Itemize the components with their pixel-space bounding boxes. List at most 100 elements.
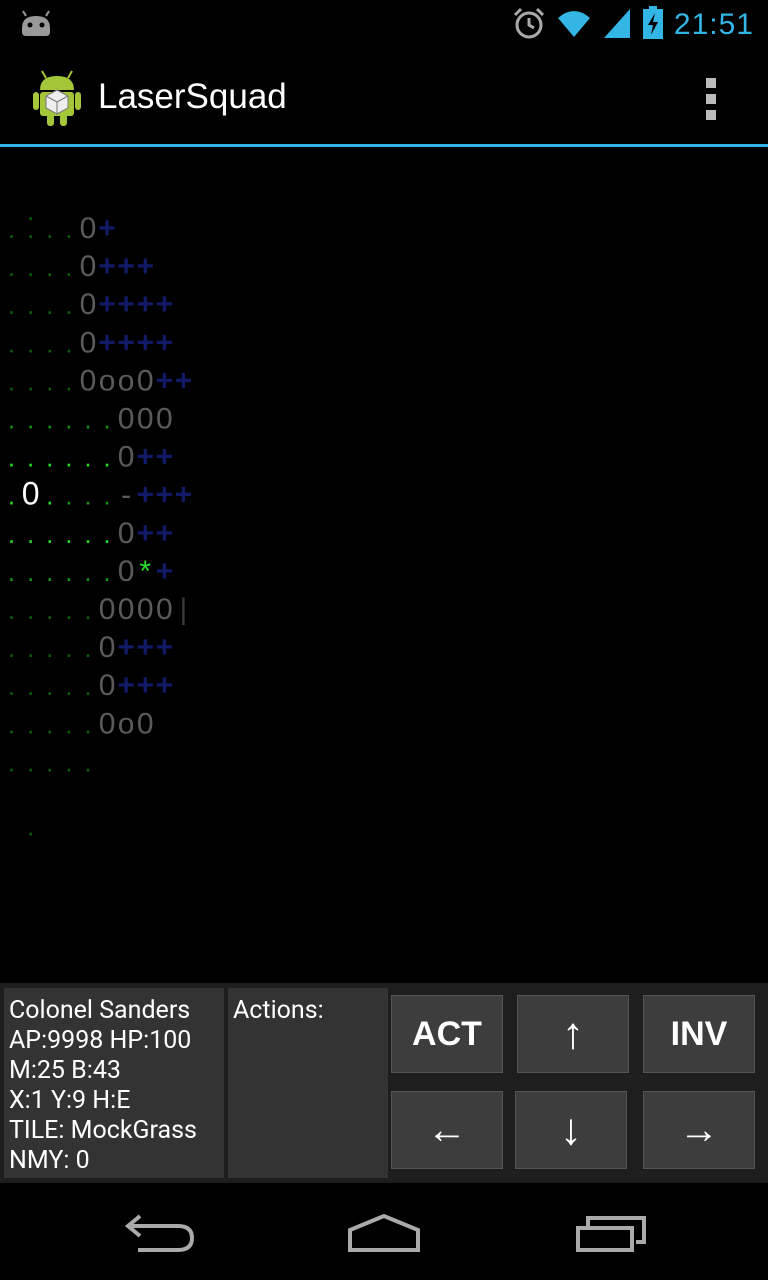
alarm-icon	[512, 6, 546, 44]
map-tile: 0	[137, 403, 154, 436]
map-tile: .	[84, 405, 91, 435]
map-tile: .	[8, 633, 15, 663]
map-tile: .	[65, 443, 72, 473]
map-tile: 0	[80, 288, 97, 321]
unit-tile: TILE: MockGrass	[9, 1116, 197, 1145]
actions-label: Actions:	[233, 996, 324, 1025]
map-tile: |	[180, 593, 188, 626]
map-tile: 0	[80, 326, 97, 359]
hud-panel: Colonel Sanders AP:9998 HP:100 M:25 B:43…	[0, 983, 768, 1183]
map-tile: 0	[80, 364, 97, 397]
overflow-menu-icon[interactable]	[706, 78, 718, 122]
map-tile: .	[27, 366, 34, 396]
map-tile: +	[136, 250, 154, 283]
android-app-icon[interactable]	[32, 68, 82, 130]
map-tile: .	[8, 595, 15, 625]
map-tile: .	[65, 290, 72, 320]
map-tile: +	[136, 479, 154, 512]
unit-position: X:1 Y:9 H:E	[9, 1086, 131, 1115]
map-tile: +	[136, 631, 154, 664]
map-tile: .	[8, 671, 15, 701]
map-tile: 0	[99, 593, 116, 626]
map-tile: .	[65, 481, 72, 511]
back-icon[interactable]	[124, 1212, 196, 1260]
inventory-button[interactable]: INV	[643, 995, 755, 1073]
unit-stats-ap-hp: AP:9998 HP:100	[9, 1026, 192, 1055]
map-tile: +	[156, 441, 174, 474]
actions-panel: Actions:	[228, 988, 388, 1178]
map-tile: +	[117, 631, 135, 664]
map-tile: .	[8, 443, 15, 473]
map-tile: +	[156, 288, 174, 321]
map-tile: .	[65, 252, 72, 282]
map-tile: 0	[99, 669, 116, 702]
map-tile: .	[27, 328, 34, 358]
map-tile: .	[27, 290, 34, 320]
map-tile: .	[27, 595, 34, 625]
map-tile: +	[117, 326, 135, 359]
map-tile: +	[156, 326, 174, 359]
map-tile: 0	[156, 593, 173, 626]
map-tile: 0	[137, 364, 154, 397]
map-tile: -	[121, 479, 131, 512]
navigation-bar	[0, 1184, 768, 1280]
map-tile: .	[27, 557, 34, 587]
map-tile: 0	[99, 631, 116, 664]
player-unit: 0	[22, 476, 40, 512]
map-tile: .	[46, 747, 53, 777]
enemy-count: NMY: 0	[9, 1146, 90, 1175]
map-tile: .	[103, 481, 110, 511]
map-tile: 0	[156, 403, 173, 436]
wifi-icon	[556, 8, 592, 42]
game-map[interactable]: ..... 0 +.... 0 + + +.... 0 + + + +.... 0 + + + +.... 0 o o…	[0, 147, 768, 982]
map-tile: .	[46, 633, 53, 663]
map-tile: .	[8, 557, 15, 587]
action-bar: LaserSquad	[0, 50, 768, 147]
map-tile: +	[117, 250, 135, 283]
map-tile: *	[139, 555, 151, 588]
move-up-button[interactable]: ↑	[517, 995, 629, 1073]
move-left-button[interactable]: ←	[391, 1091, 503, 1169]
map-tile: .	[65, 671, 72, 701]
map-tile: +	[156, 364, 174, 397]
map-tile: +	[98, 212, 116, 245]
map-tile: .	[103, 405, 110, 435]
map-tile: .	[103, 557, 110, 587]
map-tile: .	[46, 519, 53, 549]
map-tile: .	[84, 481, 91, 511]
map-tile: .	[46, 557, 53, 587]
map-tile: .	[46, 290, 53, 320]
map-tile: .	[27, 747, 34, 777]
recent-apps-icon[interactable]	[574, 1212, 648, 1260]
map-tile: .	[27, 252, 34, 282]
map-tile: .	[84, 519, 91, 549]
map-tile: .	[84, 557, 91, 587]
map-tile: .	[8, 519, 15, 549]
map-tile: 0	[80, 212, 97, 245]
map-tile: .	[46, 709, 53, 739]
map-tile: .	[8, 328, 15, 358]
status-bar: 21:51	[0, 0, 768, 50]
move-right-button[interactable]: →	[643, 1091, 755, 1169]
map-tile: .	[8, 366, 15, 396]
map-tile: .	[46, 328, 53, 358]
move-down-button[interactable]: ↓	[515, 1091, 627, 1169]
map-tile: 0	[118, 517, 135, 550]
unit-stats-m-b: M:25 B:43	[9, 1056, 121, 1085]
map-tile: +	[156, 631, 174, 664]
map-tile: .	[27, 519, 34, 549]
map-tile: .	[84, 671, 91, 701]
map-tile: +	[156, 517, 174, 550]
map-tile: .	[103, 519, 110, 549]
map-tile: .	[46, 214, 53, 244]
map-tile: .	[27, 405, 34, 435]
map-tile: .	[65, 519, 72, 549]
map-tile: .	[46, 252, 53, 282]
act-button[interactable]: ACT	[391, 995, 503, 1073]
map-tile: .	[84, 747, 91, 777]
map-tile: .	[27, 633, 34, 663]
map-tile: 0	[80, 250, 97, 283]
map-tile: .	[65, 633, 72, 663]
map-tile: .	[27, 671, 34, 701]
home-icon[interactable]	[346, 1212, 422, 1260]
